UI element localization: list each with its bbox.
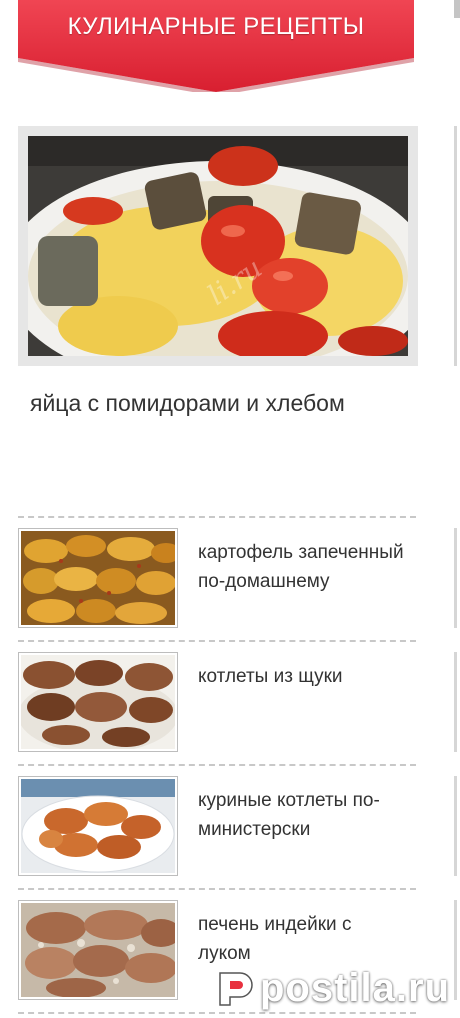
recipe-list-item[interactable]: куриные котлеты по-министерски: [18, 776, 416, 876]
postila-logo-icon: [212, 967, 254, 1009]
recipe-list-item[interactable]: котлеты из щуки: [18, 652, 416, 752]
postila-watermark: postila.ru: [212, 966, 449, 1010]
list-divider: [18, 1012, 416, 1014]
section-header-ribbon: КУЛИНАРНЫЕ РЕЦЕПТЫ: [18, 0, 414, 92]
recipe-thumbnail[interactable]: [18, 900, 178, 1000]
featured-recipe-image[interactable]: li.ru: [28, 136, 408, 356]
section-title: КУЛИНАРНЫЕ РЕЦЕПТЫ: [67, 13, 365, 40]
recipe-title[interactable]: куриные котлеты по-министерски: [198, 786, 408, 844]
adjacent-column-edge: [454, 0, 460, 1018]
recipe-thumbnail[interactable]: [18, 528, 178, 628]
featured-recipe-title[interactable]: яйца с помидорами и хлебом: [30, 390, 430, 417]
recipe-list-item[interactable]: картофель запеченный по-домашнему: [18, 528, 416, 628]
recipe-title[interactable]: печень индейки с луком: [198, 910, 408, 968]
list-divider: [18, 516, 416, 518]
featured-recipe-image-frame[interactable]: li.ru: [18, 126, 418, 366]
postila-watermark-text: postila.ru: [260, 965, 451, 1010]
list-divider: [18, 888, 416, 890]
list-divider: [18, 764, 416, 766]
list-divider: [18, 640, 416, 642]
recipe-thumbnail[interactable]: [18, 776, 178, 876]
recipe-title[interactable]: котлеты из щуки: [198, 662, 408, 691]
recipe-title[interactable]: картофель запеченный по-домашнему: [198, 538, 408, 596]
recipe-thumbnail[interactable]: [18, 652, 178, 752]
